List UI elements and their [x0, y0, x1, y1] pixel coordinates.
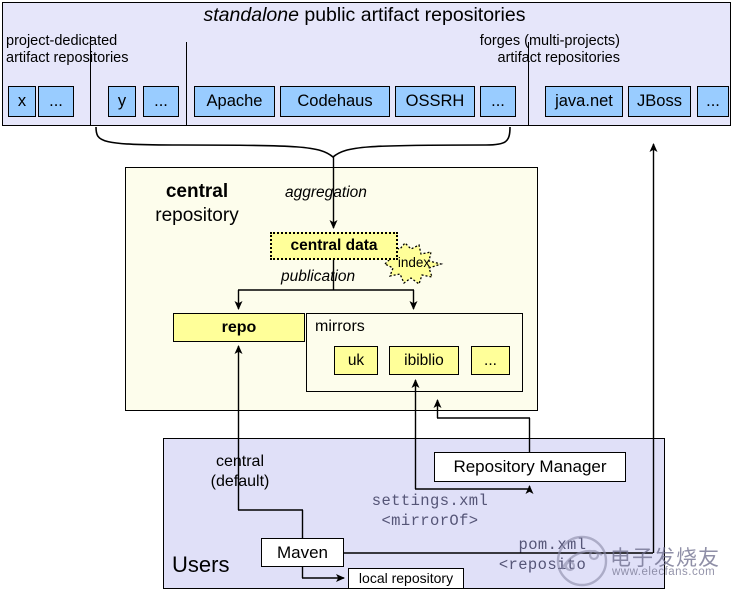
forges-line-2: artifact repositories	[497, 50, 621, 66]
repository-chip[interactable]: ...	[480, 86, 516, 117]
repo-node: repo	[173, 313, 305, 342]
repository-chip[interactable]: Apache	[194, 86, 275, 117]
central-repository-title: central repository	[137, 180, 257, 228]
forges-line-1: forges (multi-projects)	[479, 33, 620, 49]
repository-chip[interactable]: ...	[697, 86, 729, 117]
group-divider-2	[528, 42, 529, 126]
mirrorof-label: <mirrorOf>	[381, 512, 479, 530]
watermark-logo-icon	[556, 535, 608, 587]
repository-chip[interactable]: JBoss	[628, 86, 691, 117]
index-label: index	[397, 255, 431, 270]
local-repository-node: local repository	[348, 568, 464, 589]
mirrors-label: mirrors	[315, 318, 365, 335]
repository-chip[interactable]: Codehaus	[280, 86, 390, 117]
mirror-chip[interactable]: uk	[334, 346, 378, 375]
settings-xml-label: settings.xml	[371, 492, 489, 510]
standalone-title-emphasis: standalone	[203, 4, 299, 26]
users-panel-title: Users	[172, 552, 230, 577]
central-default-label: central (default)	[192, 452, 288, 492]
maven-node: Maven	[261, 538, 344, 567]
publication-edge-label: publication	[281, 268, 356, 285]
forges-group-label: forges (multi-projects) artifact reposit…	[390, 33, 620, 67]
repository-chip[interactable]: OSSRH	[395, 86, 475, 117]
mirror-chip[interactable]: ...	[471, 346, 510, 375]
central-default-line-2: (default)	[210, 473, 270, 490]
repository-chip[interactable]: ...	[143, 86, 179, 117]
repository-chip[interactable]: x	[8, 86, 36, 117]
standalone-title-rest: public artifact repositories	[298, 4, 526, 26]
diagram-canvas: standalone public artifact repositories …	[0, 0, 735, 591]
group-divider-1	[186, 42, 187, 126]
standalone-panel-title: standalone public artifact repositories	[0, 4, 729, 27]
central-data-node: central data	[270, 232, 398, 260]
central-repository-title-line-1: central	[165, 181, 229, 202]
repository-manager-node: Repository Manager	[434, 452, 626, 482]
central-repository-title-line-2: repository	[155, 205, 239, 226]
project-dedicated-line-2: artifact repositories	[6, 50, 129, 66]
central-default-line-1: central	[215, 453, 265, 470]
mirror-chip[interactable]: ibiblio	[389, 346, 459, 375]
repository-chip[interactable]: ...	[38, 86, 74, 117]
group-divider-0	[90, 36, 91, 126]
repository-chip[interactable]: java.net	[545, 86, 623, 117]
aggregation-edge-label: aggregation	[285, 184, 367, 201]
watermark-url: www.elecfans.com	[612, 566, 716, 578]
repository-chip[interactable]: y	[108, 86, 136, 117]
project-dedicated-line-1: project-dedicated	[6, 33, 118, 49]
project-dedicated-group-label: project-dedicated artifact repositories	[6, 33, 129, 67]
